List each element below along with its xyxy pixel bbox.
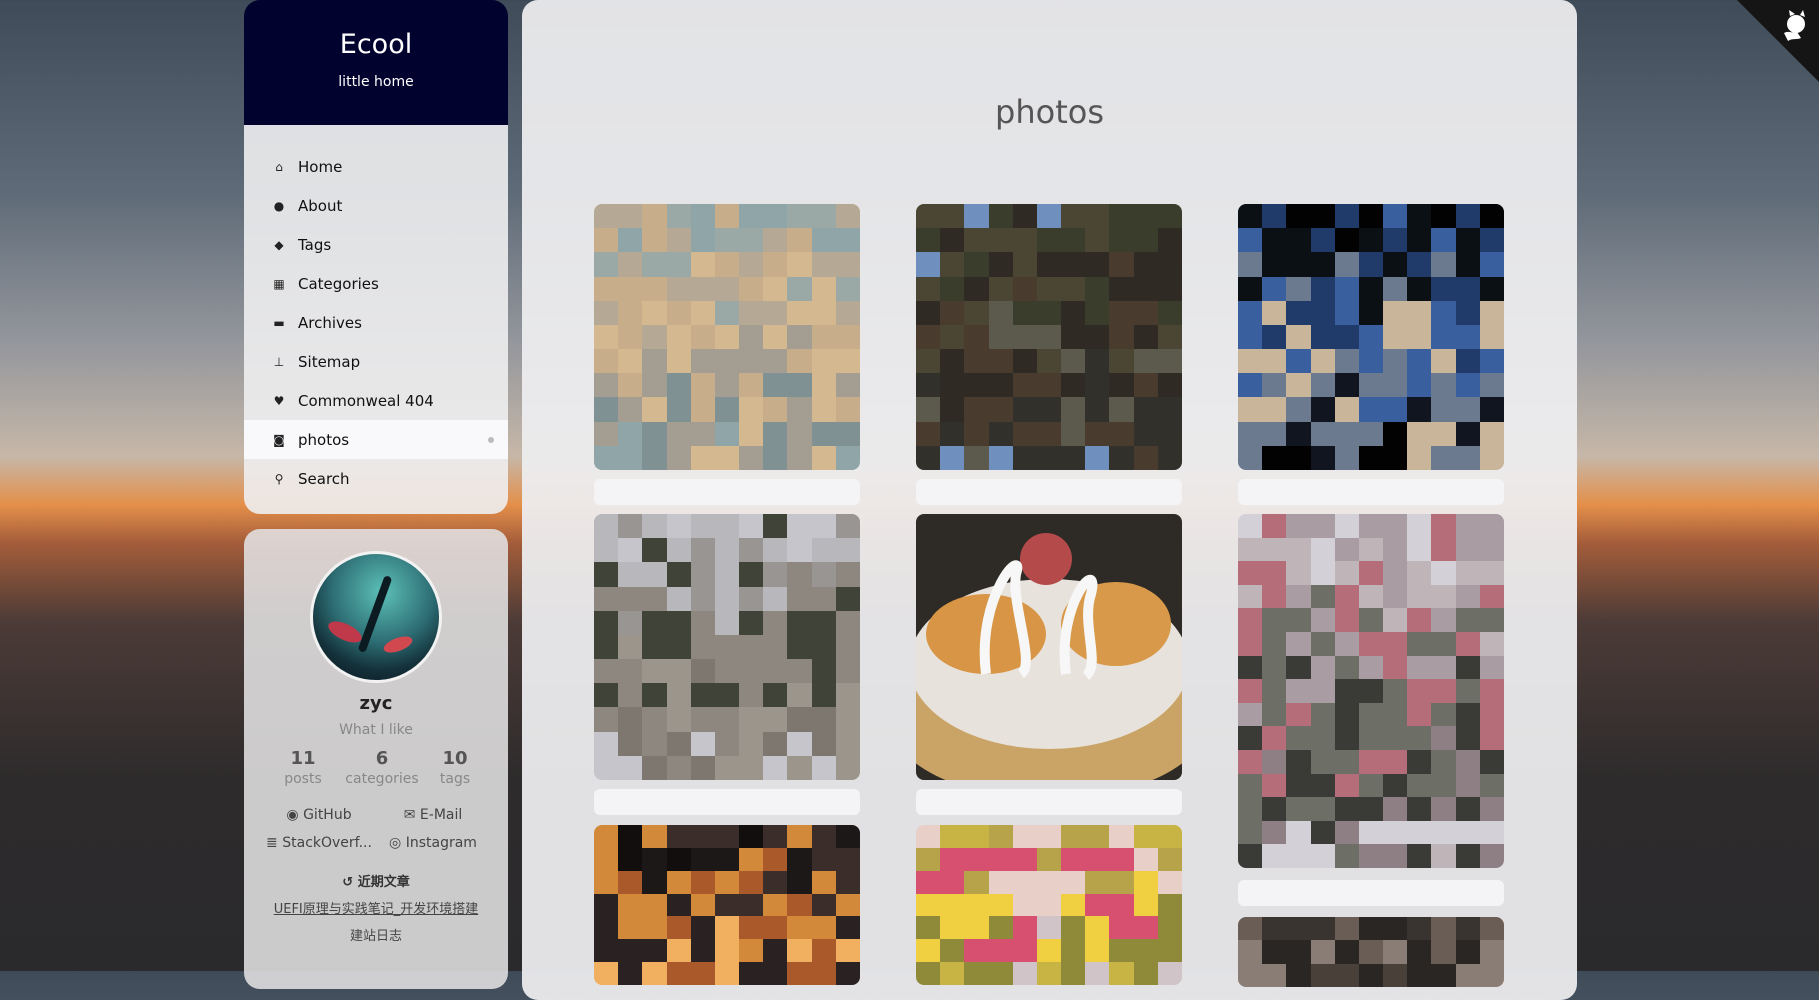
photo-caption — [916, 789, 1182, 815]
nav-menu: ⌂ Home ● About ◆ Tags ▦ Categories ▬ Archives ⊥ Sit… — [244, 125, 508, 514]
gallery-photo[interactable] — [916, 514, 1182, 780]
gallery-photo[interactable] — [1238, 204, 1504, 470]
site-title[interactable]: Ecool — [244, 28, 508, 62]
stackoverflow-icon: ≣ — [266, 835, 278, 851]
instagram-link[interactable]: ◎ Instagram — [376, 835, 490, 851]
camera-icon: ◙ — [273, 432, 285, 447]
envelope-icon: ✉ — [403, 807, 416, 823]
photo-caption — [1238, 479, 1504, 505]
heartbeat-icon: ♥ — [273, 393, 285, 408]
stat-tags-label: tags — [439, 771, 471, 787]
site-stats: 11 posts 6 categories 10 tags — [244, 748, 508, 787]
email-link[interactable]: ✉ E-Mail — [376, 807, 490, 823]
gallery-photo[interactable] — [1238, 514, 1504, 868]
stat-tags[interactable]: 10 tags — [430, 748, 480, 787]
gallery-photo[interactable] — [594, 825, 860, 985]
github-icon: ◉ — [286, 807, 299, 823]
stackoverflow-link-label: StackOverf... — [282, 835, 372, 851]
photo-caption — [594, 789, 860, 815]
author-description: What I like — [339, 722, 413, 738]
github-corner-link[interactable] — [1737, 0, 1819, 82]
search-icon: ⚲ — [274, 471, 284, 486]
gallery-photo[interactable] — [916, 825, 1182, 985]
grid-icon: ▦ — [273, 276, 285, 291]
recent-posts-heading: ↺ 近期文章 — [244, 871, 508, 890]
menu-item-categories[interactable]: ▦ Categories — [244, 264, 508, 303]
history-icon: ↺ — [342, 875, 354, 890]
main-content: photos — [522, 0, 1577, 1000]
tags-icon: ◆ — [274, 237, 284, 252]
active-indicator — [488, 437, 494, 443]
photo-caption — [916, 479, 1182, 505]
instagram-icon: ◎ — [389, 835, 402, 851]
user-icon: ● — [273, 198, 285, 213]
stat-posts-count: 11 — [290, 748, 316, 769]
recent-posts-title: 近期文章 — [357, 875, 410, 890]
sidebar: Ecool little home ⌂ Home ● About ◆ Tags ▦ Categ… — [244, 0, 508, 514]
menu-item-label: Search — [298, 469, 350, 488]
photo-caption — [1238, 880, 1504, 906]
menu-item-sitemap[interactable]: ⊥ Sitemap — [244, 342, 508, 381]
recent-post-link[interactable]: 建站日志 — [244, 925, 508, 944]
menu-item-photos[interactable]: ◙ photos — [244, 420, 508, 459]
site-subtitle: little home — [338, 74, 414, 90]
archive-icon: ▬ — [273, 315, 285, 330]
stackoverflow-link[interactable]: ≣ StackOverf... — [262, 835, 376, 851]
gallery-photo[interactable] — [594, 204, 860, 470]
photo-caption — [594, 479, 860, 505]
stat-posts-label: posts — [284, 771, 322, 787]
menu-item-label: photos — [298, 430, 350, 449]
menu-item-label: Tags — [298, 235, 332, 254]
site-brand: Ecool little home — [244, 0, 508, 125]
menu-item-home[interactable]: ⌂ Home — [244, 147, 508, 186]
stat-categories-count: 6 — [375, 748, 389, 769]
menu-item-tags[interactable]: ◆ Tags — [244, 225, 508, 264]
menu-item-label: Sitemap — [298, 352, 361, 371]
page-title: photos — [995, 93, 1104, 131]
menu-item-archives[interactable]: ▬ Archives — [244, 303, 508, 342]
github-link-label: GitHub — [303, 807, 352, 823]
recent-post-link[interactable]: UEFI原理与实践笔记_开发环境搭建 — [244, 898, 508, 917]
author-profile: zyc What I like 11 posts 6 categories 10… — [244, 529, 508, 989]
sitemap-icon: ⊥ — [273, 354, 285, 369]
menu-item-label: Commonweal 404 — [298, 391, 434, 410]
gallery-photo[interactable] — [1238, 917, 1504, 987]
menu-item-commonweal-404[interactable]: ♥ Commonweal 404 — [244, 381, 508, 420]
menu-item-label: Archives — [298, 313, 362, 332]
menu-item-label: Categories — [298, 274, 379, 293]
gallery-photo[interactable] — [594, 514, 860, 780]
gallery-photo[interactable] — [916, 204, 1182, 470]
email-link-label: E-Mail — [419, 807, 463, 823]
stat-tags-count: 10 — [442, 748, 468, 769]
stat-categories-label: categories — [345, 771, 419, 787]
menu-item-search[interactable]: ⚲ Search — [244, 459, 508, 498]
github-link[interactable]: ◉ GitHub — [262, 807, 376, 823]
menu-item-about[interactable]: ● About — [244, 186, 508, 225]
social-links: ◉ GitHub ✉ E-Mail ≣ StackOverf... ◎ Inst… — [262, 807, 490, 851]
author-name: zyc — [359, 693, 393, 714]
menu-item-label: Home — [298, 157, 343, 176]
menu-item-label: About — [298, 196, 343, 215]
home-icon: ⌂ — [275, 159, 283, 174]
instagram-link-label: Instagram — [405, 835, 477, 851]
stat-posts[interactable]: 11 posts — [272, 748, 335, 787]
stat-categories[interactable]: 6 categories — [335, 748, 430, 787]
avatar — [310, 551, 442, 683]
